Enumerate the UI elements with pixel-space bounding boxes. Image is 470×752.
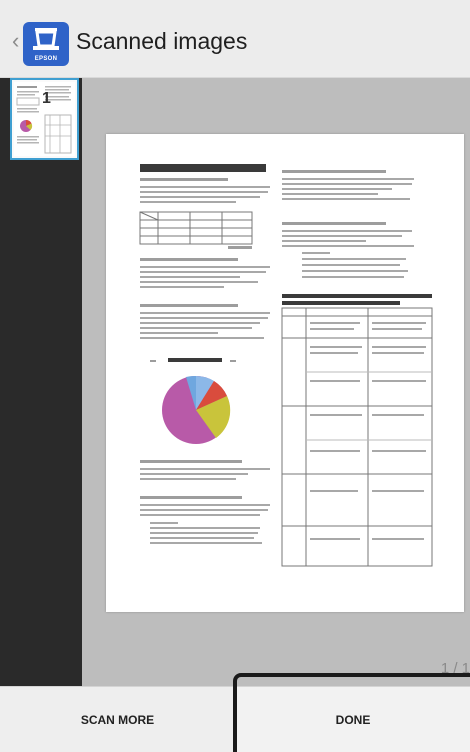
scanned-page-image <box>106 134 464 612</box>
chevron-left-icon[interactable]: ‹ <box>12 30 19 52</box>
page-title: Scanned images <box>76 28 248 54</box>
done-button[interactable]: DONE <box>236 687 470 752</box>
page-thumbnail[interactable]: 1 <box>10 78 79 160</box>
thumbnail-page-number: 1 <box>42 90 51 107</box>
bottom-action-bar: SCAN MORE DONE <box>0 686 470 752</box>
scan-more-button[interactable]: SCAN MORE <box>0 687 235 752</box>
page-counter: 1 / 1 <box>440 660 470 677</box>
scanner-glyph <box>33 28 59 50</box>
page-preview-area[interactable]: 1 / 1 <box>82 78 470 686</box>
scanned-document-content <box>139 164 433 567</box>
thumbnail-sidebar: 1 <box>0 78 82 686</box>
app-header: ‹ EPSON Scanned images <box>0 0 470 78</box>
scanner-app-icon: EPSON <box>23 22 69 66</box>
logo-brand-text: EPSON <box>34 56 58 62</box>
